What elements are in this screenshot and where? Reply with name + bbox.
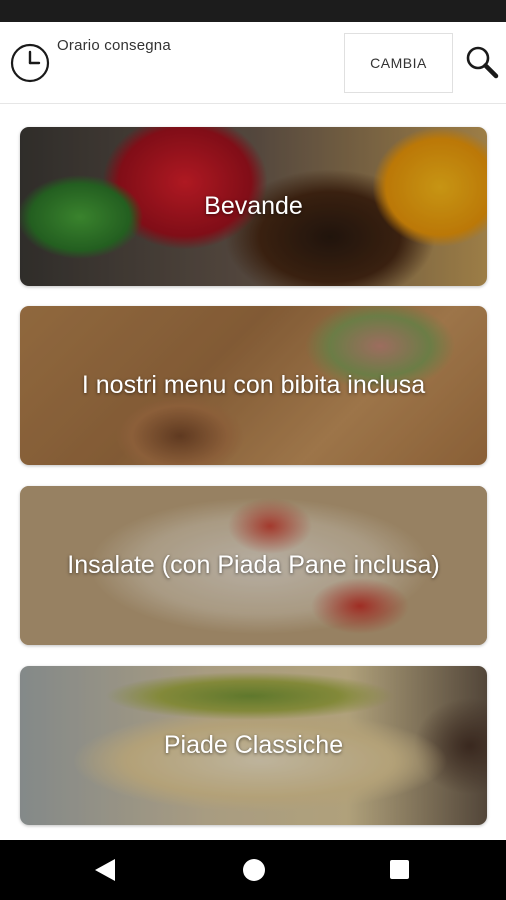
category-label: Insalate (con Piada Pane inclusa)	[67, 551, 440, 579]
category-card-piade[interactable]: Piade Classiche	[20, 666, 487, 825]
category-card-bevande[interactable]: Bevande	[20, 127, 487, 286]
category-card-insalate[interactable]: Insalate (con Piada Pane inclusa)	[20, 486, 487, 645]
back-triangle-icon[interactable]	[94, 858, 116, 882]
system-nav-bar	[0, 840, 506, 900]
status-bar	[0, 0, 506, 22]
category-label: Piade Classiche	[163, 731, 344, 759]
delivery-time-label: Orario consegna	[57, 37, 171, 54]
category-list: Bevande I nostri menu con bibita inclusa…	[0, 104, 506, 840]
change-time-button[interactable]: CAMBIA	[344, 33, 453, 93]
delivery-time-header: Orario consegna CAMBIA	[0, 22, 506, 104]
category-card-menu[interactable]: I nostri menu con bibita inclusa	[20, 306, 487, 465]
category-label: Bevande	[204, 192, 303, 220]
category-label: I nostri menu con bibita inclusa	[81, 371, 426, 399]
search-icon[interactable]	[464, 44, 500, 80]
home-circle-icon[interactable]	[243, 859, 265, 881]
recent-square-icon[interactable]	[390, 860, 409, 879]
clock-icon	[10, 43, 50, 83]
app-screen: Orario consegna CAMBIA Bevande I nostri …	[0, 0, 506, 900]
